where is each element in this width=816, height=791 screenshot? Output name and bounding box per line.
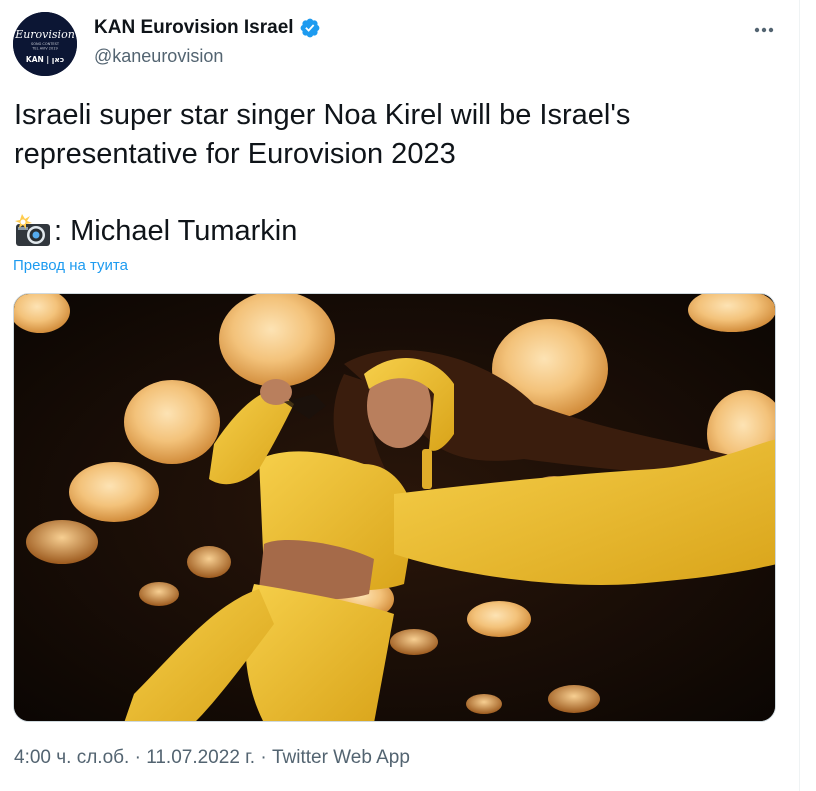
tweet-header: KAN Eurovision Israel @kaneurovision xyxy=(94,16,734,67)
author-handle[interactable]: @kaneurovision xyxy=(94,46,734,67)
photo-noa-kirel xyxy=(14,294,775,721)
meta-separator: · xyxy=(255,747,272,768)
verified-badge-icon xyxy=(300,18,319,38)
tweet-time[interactable]: 4:00 ч. сл.об. xyxy=(14,747,129,768)
photo-credit: : Michael Tumarkin xyxy=(14,211,297,251)
tweet-photo[interactable] xyxy=(13,293,776,722)
svg-text:TEL AVIV 2019: TEL AVIV 2019 xyxy=(31,47,57,51)
tweet-text: Israeli super star singer Noa Kirel will… xyxy=(14,99,631,170)
meta-separator: · xyxy=(129,747,147,768)
tweet-meta: 4:00 ч. сл.об. · 11.07.2022 г. · Twitter… xyxy=(14,747,410,769)
translate-tweet-link[interactable]: Превод на туита xyxy=(13,257,128,274)
author-avatar[interactable]: Eurovision SONG CONTEST TEL AVIV 2019 KA… xyxy=(13,12,77,76)
more-options-button[interactable] xyxy=(748,16,780,44)
tweet-source-app[interactable]: Twitter Web App xyxy=(272,747,410,768)
camera-flash-icon xyxy=(15,214,50,246)
tweet-date[interactable]: 11.07.2022 г. xyxy=(146,747,255,768)
timeline-border xyxy=(799,0,800,791)
author-display-name[interactable]: KAN Eurovision Israel xyxy=(94,17,294,39)
eurovision-logo-icon: Eurovision SONG CONTEST TEL AVIV 2019 KA… xyxy=(13,12,77,76)
svg-text:Eurovision: Eurovision xyxy=(14,28,75,41)
more-dots-icon xyxy=(754,27,774,33)
svg-text:KAN | כאן: KAN | כאן xyxy=(26,55,64,65)
svg-text:SONG CONTEST: SONG CONTEST xyxy=(31,42,60,46)
author-name-row: KAN Eurovision Israel xyxy=(94,16,734,40)
photo-credit-text: : Michael Tumarkin xyxy=(54,214,298,247)
